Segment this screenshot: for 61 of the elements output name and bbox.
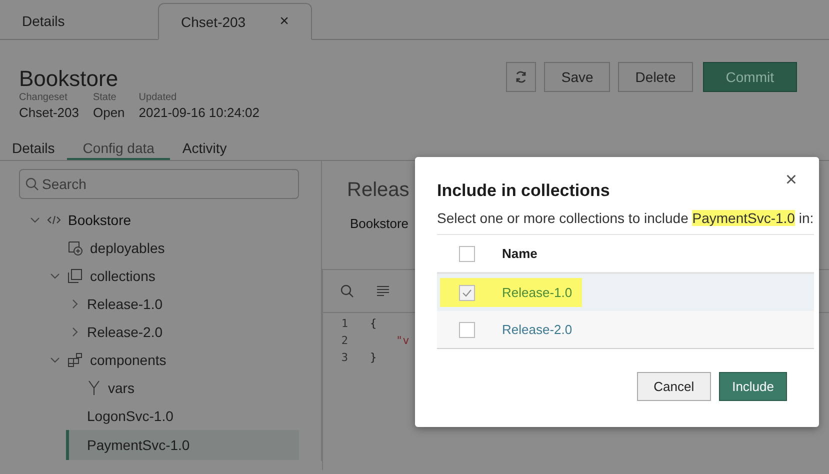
close-icon[interactable]: × xyxy=(280,12,289,30)
tree-item[interactable]: collections xyxy=(50,262,299,290)
meta-label: State xyxy=(92,92,118,103)
checkbox[interactable] xyxy=(459,246,475,262)
page-title: Bookstore xyxy=(19,66,120,92)
copy-icon xyxy=(67,268,83,284)
code-text: } xyxy=(370,351,377,366)
search-icon[interactable] xyxy=(340,284,354,298)
tree-item[interactable]: LogonSvc-1.0 xyxy=(70,402,299,430)
tree-item[interactable]: Release-1.0 xyxy=(70,290,299,318)
tab[interactable]: Activity xyxy=(170,140,239,160)
package-icon xyxy=(67,240,83,256)
collection-link[interactable]: Release-2.0 xyxy=(502,322,572,337)
fork-icon xyxy=(87,380,101,396)
dialog-title: Include in collections xyxy=(437,181,610,200)
code-text: { xyxy=(370,317,377,332)
chevron-down-icon[interactable] xyxy=(30,215,40,225)
tree-item[interactable]: PaymentSvc-1.0 xyxy=(66,430,299,460)
checkbox[interactable] xyxy=(459,284,475,300)
tree-item[interactable]: deployables xyxy=(50,234,299,262)
chevron-down-icon[interactable] xyxy=(50,355,60,365)
meta-value: Open xyxy=(92,105,125,120)
meta-label: Changeset xyxy=(19,92,68,103)
action-button[interactable]: Delete xyxy=(618,62,693,92)
tab[interactable]: Details xyxy=(0,3,154,39)
column-header: Name xyxy=(502,246,538,261)
meta-label: Updated xyxy=(138,92,178,103)
tab[interactable]: Chset-203 × xyxy=(158,3,312,40)
blocks-icon xyxy=(67,352,83,368)
code-icon xyxy=(47,215,61,225)
refresh-button[interactable] xyxy=(506,62,536,92)
search-field[interactable]: Search xyxy=(19,169,299,199)
checkbox[interactable] xyxy=(459,322,475,338)
search-icon xyxy=(25,177,39,191)
table-row[interactable]: Release-2.0 xyxy=(437,311,814,348)
tree-item[interactable]: Bookstore xyxy=(30,206,299,234)
chevron-right-icon[interactable] xyxy=(70,327,80,337)
align-left-icon[interactable] xyxy=(376,285,390,297)
code-text: "v xyxy=(396,334,410,349)
breadcrumb: Bookstore xyxy=(350,216,409,231)
chevron-down-icon[interactable] xyxy=(50,271,60,281)
meta-value: Chset-203 xyxy=(19,105,79,120)
line-number: 2 xyxy=(340,334,348,349)
line-number: 3 xyxy=(340,351,348,366)
tree-item[interactable]: Release-2.0 xyxy=(70,318,299,346)
tab[interactable]: Details xyxy=(0,140,67,160)
dialog-description: Select one or more collections to include PaymentSvc-1.0 in: xyxy=(437,210,814,226)
include-button[interactable]: Include xyxy=(719,372,787,401)
action-button[interactable]: Save xyxy=(544,62,610,92)
cancel-button[interactable]: Cancel xyxy=(636,372,712,401)
meta-value: 2021-09-16 10:24:02 xyxy=(138,105,260,120)
table-row[interactable]: Release-1.0 xyxy=(437,274,814,311)
tree-item[interactable]: vars xyxy=(70,374,299,402)
tab[interactable]: Config data xyxy=(66,140,170,160)
tree-item[interactable]: components xyxy=(50,346,299,374)
line-number: 1 xyxy=(340,317,348,332)
close-icon[interactable]: × xyxy=(785,169,797,192)
chevron-right-icon[interactable] xyxy=(70,299,80,309)
commit-button[interactable]: Commit xyxy=(702,62,797,92)
content-title: Releas xyxy=(347,179,410,201)
refresh-icon xyxy=(514,70,528,84)
